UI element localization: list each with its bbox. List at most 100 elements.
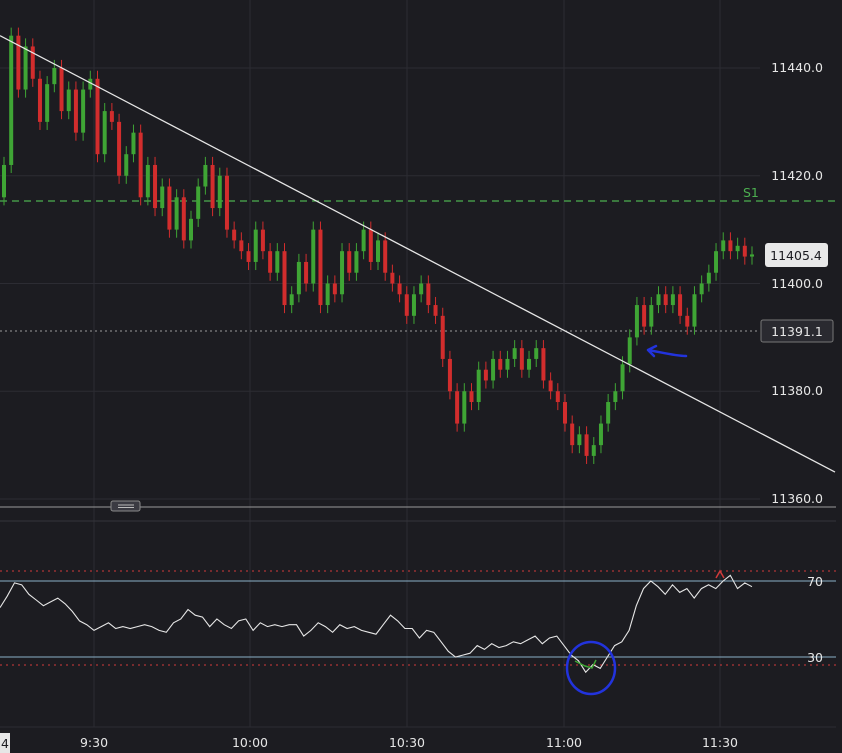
candlestick-chart[interactable]: 11440.0 11420.0 11400.0 11380.0 11360.0 … xyxy=(0,0,842,753)
candle xyxy=(37,78,42,122)
candle xyxy=(584,434,589,456)
price-tick: 11360.0 xyxy=(771,491,823,506)
candle xyxy=(620,364,625,392)
candle xyxy=(512,348,517,359)
crosshair-price-value: 11391.1 xyxy=(771,324,823,339)
candle xyxy=(649,305,654,327)
candle xyxy=(73,89,78,133)
time-tick: 10:00 xyxy=(232,735,268,750)
candle xyxy=(66,89,71,112)
price-tick: 11400.0 xyxy=(771,276,823,291)
candle xyxy=(642,305,647,327)
candle xyxy=(117,121,122,176)
left-edge-label: 4 xyxy=(1,736,9,751)
candle xyxy=(268,251,273,273)
candle xyxy=(670,294,675,306)
candle xyxy=(483,369,488,381)
candle xyxy=(354,251,359,273)
candle xyxy=(45,84,50,122)
candle xyxy=(469,391,474,403)
price-tick: 11440.0 xyxy=(771,60,823,75)
candle xyxy=(577,434,582,446)
rsi-lower-label: 30 xyxy=(807,650,823,665)
candle xyxy=(411,294,416,316)
candle xyxy=(491,358,496,381)
candle xyxy=(678,294,683,316)
candle xyxy=(706,272,711,284)
candle xyxy=(210,164,215,209)
candle xyxy=(59,68,64,112)
candle xyxy=(606,402,611,424)
candle xyxy=(419,283,424,295)
candle xyxy=(16,35,21,90)
candle xyxy=(52,68,57,85)
candle xyxy=(656,294,661,306)
candle xyxy=(519,348,524,370)
candle xyxy=(663,294,668,306)
candle xyxy=(23,46,28,90)
candle xyxy=(714,251,719,273)
candle xyxy=(289,294,294,306)
candle xyxy=(397,283,402,295)
candle xyxy=(81,89,86,133)
candle xyxy=(555,391,560,403)
candle xyxy=(570,423,575,446)
time-tick: 11:30 xyxy=(702,735,738,750)
pane-resize-handle[interactable] xyxy=(110,500,141,512)
candle xyxy=(634,305,639,338)
crosshair-price-tag: 11391.1 xyxy=(760,319,834,343)
candle xyxy=(548,380,553,392)
candle xyxy=(174,197,179,230)
candle xyxy=(196,186,201,219)
candle xyxy=(311,229,316,284)
candle xyxy=(591,445,596,456)
candle xyxy=(95,78,100,155)
rsi-upper-label: 70 xyxy=(807,574,823,589)
candle xyxy=(728,240,733,252)
candle xyxy=(347,251,352,273)
candle xyxy=(275,251,280,273)
candle xyxy=(685,315,690,327)
candle xyxy=(102,111,107,155)
candle xyxy=(527,358,532,370)
time-tick: 11:00 xyxy=(546,735,582,750)
candle xyxy=(750,254,754,257)
candle xyxy=(160,186,165,209)
candle xyxy=(735,245,740,252)
candle xyxy=(318,229,323,306)
candle xyxy=(433,305,438,316)
candle xyxy=(138,132,143,198)
price-tick: 11380.0 xyxy=(771,383,823,398)
candle xyxy=(541,348,546,381)
candle xyxy=(563,402,567,424)
candle xyxy=(304,261,309,284)
candle xyxy=(239,240,244,252)
candle xyxy=(246,251,251,262)
candle xyxy=(9,35,14,165)
price-tick: 11420.0 xyxy=(771,168,823,183)
candle xyxy=(383,240,388,273)
last-price-value: 11405.4 xyxy=(770,248,822,263)
candle xyxy=(462,391,467,424)
candle xyxy=(167,186,172,230)
candle xyxy=(404,294,409,316)
candle xyxy=(217,175,222,209)
candle xyxy=(534,348,539,359)
candle xyxy=(2,164,6,198)
time-tick: 9:30 xyxy=(80,735,108,750)
candle xyxy=(361,229,366,252)
chart-background xyxy=(0,0,842,753)
candle xyxy=(332,283,337,295)
candle xyxy=(447,358,452,392)
candle xyxy=(440,315,445,359)
candle xyxy=(131,132,136,155)
candle xyxy=(598,423,603,446)
time-tick: 10:30 xyxy=(389,735,425,750)
candle xyxy=(189,218,193,241)
candle xyxy=(721,240,726,252)
candle xyxy=(692,294,697,327)
candle xyxy=(505,358,510,370)
s1-label: S1 xyxy=(743,185,759,200)
candle xyxy=(376,240,380,262)
candle xyxy=(627,337,632,365)
